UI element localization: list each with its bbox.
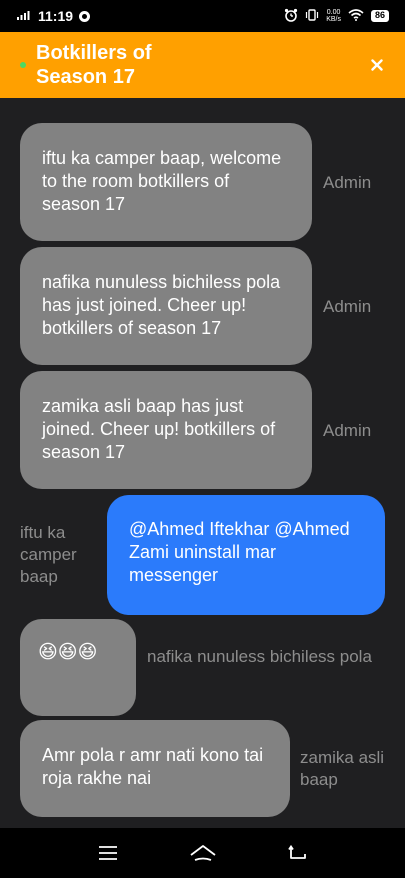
home-icon (189, 845, 216, 861)
status-time: 11:19 (38, 8, 74, 24)
home-button[interactable] (183, 838, 223, 868)
menu-button[interactable] (88, 838, 128, 868)
close-button[interactable] (367, 54, 387, 77)
back-icon (287, 845, 306, 859)
system-navigation-bar (0, 828, 405, 878)
vibrate-icon (305, 8, 319, 24)
message-sender: nafika nunuless bichiless pola (147, 647, 372, 666)
message-sender: zamika asli baap (300, 748, 385, 789)
message-text: @Ahmed Iftekhar @Ahmed Zami uninstall ma… (129, 519, 350, 585)
room-title: Botkillers of Season 17 (36, 42, 152, 88)
message-text: Amr pola r amr nati kono tai roja rakhe … (42, 745, 264, 788)
wifi-icon (348, 8, 364, 24)
messenger-notification-icon (79, 10, 91, 22)
online-status-icon (20, 62, 26, 68)
message-text: 😆😆😆 (38, 642, 98, 663)
message-sender: Admin (323, 173, 372, 192)
message-sender: iftu ka camper baap (20, 523, 77, 586)
back-button[interactable] (278, 838, 318, 868)
battery-indicator: 86 (370, 10, 389, 22)
message-text: zamika asli baap has just joined. Cheer … (42, 396, 276, 462)
message-sender: Admin (323, 421, 372, 440)
message-bubble[interactable]: nafika nunuless bichiless pola has just … (20, 247, 312, 365)
chat-header: Botkillers of Season 17 (0, 32, 405, 98)
message-bubble[interactable]: iftu ka camper baap, welcome to the room… (20, 123, 312, 241)
message-sender: Admin (323, 297, 372, 316)
message-list[interactable]: iftu ka camper baap, welcome to the room… (0, 98, 405, 828)
alarm-icon (284, 8, 298, 25)
status-bar: 11:19 0.00 KB/s 86 (0, 0, 405, 32)
message-bubble[interactable]: @Ahmed Iftekhar @Ahmed Zami uninstall ma… (107, 495, 385, 615)
menu-icon (98, 846, 117, 860)
message-bubble[interactable]: Amr pola r amr nati kono tai roja rakhe … (20, 720, 290, 817)
message-text: iftu ka camper baap, welcome to the room… (42, 148, 282, 214)
network-speed-unit: KB/s (326, 16, 341, 23)
message-bubble[interactable]: zamika asli baap has just joined. Cheer … (20, 371, 312, 489)
message-text: nafika nunuless bichiless pola has just … (42, 272, 281, 338)
message-bubble[interactable]: 😆😆😆 (20, 619, 136, 716)
network-speed-value: 0.00 (326, 9, 341, 16)
close-icon (371, 58, 383, 71)
signal-icon (16, 9, 32, 24)
network-speed: 0.00 KB/s (326, 9, 341, 23)
